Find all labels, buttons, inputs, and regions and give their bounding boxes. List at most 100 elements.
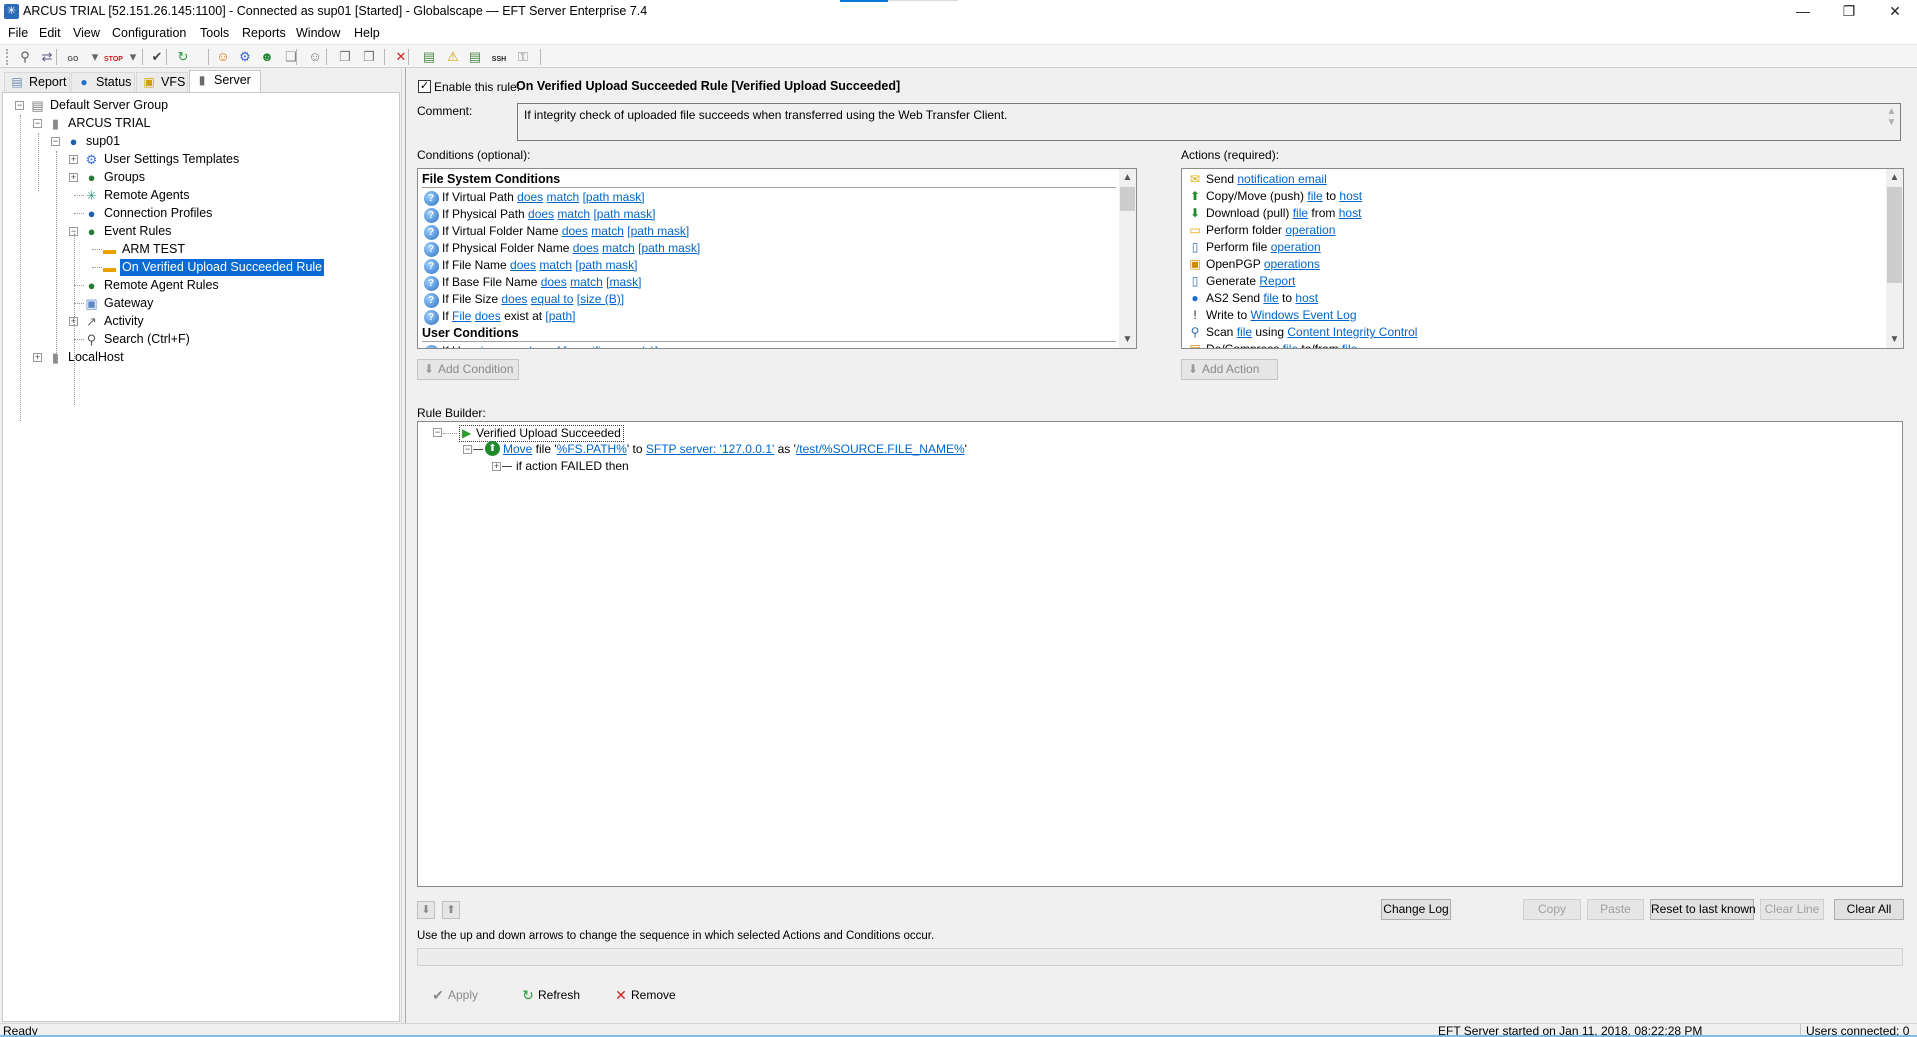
link[interactable]: %FS.PATH% [557,442,627,456]
link[interactable]: Content Integrity Control [1287,325,1417,339]
tree-item[interactable]: + ↗ Activity [3,313,393,330]
expand-icon[interactable]: + [33,353,42,362]
link[interactable]: does [475,309,501,323]
link[interactable]: [path mask] [583,190,645,204]
link[interactable]: [specific group(s)] [563,344,658,348]
stop-button[interactable]: STOP [104,48,123,66]
change-log-button[interactable]: Change Log [1381,899,1451,920]
report-warning-button[interactable]: ⚠ [444,48,462,66]
tree-item[interactable]: − ▤ Default Server Group [3,97,393,114]
condition-item[interactable]: ? If Physical Path does match [path mask] [422,206,1116,223]
scroll-up-icon[interactable]: ▲ [1886,169,1903,186]
tree-item[interactable]: − ● sup01 [3,133,393,150]
new-group-button[interactable]: ☻ [258,48,276,66]
link[interactable]: File [452,309,471,323]
key-manager-button[interactable]: ⚿ [514,48,532,66]
scroll-thumb[interactable] [1887,187,1902,283]
move-up-button[interactable]: ⬆ [442,901,460,919]
move-down-button[interactable]: ⬇ [417,901,435,919]
minimize-button[interactable]: — [1780,0,1826,22]
action-item[interactable]: ! Write to Windows Event Log [1186,307,1883,324]
link[interactable]: match [570,275,603,289]
action-item[interactable]: ⚲ Scan file using Content Integrity Contr… [1186,324,1883,341]
link[interactable]: [mask] [606,275,641,289]
link[interactable]: [path mask] [627,224,689,238]
new-settings-template-button[interactable]: ⚙ [236,48,254,66]
action-item[interactable]: ✉ Send notification email [1186,171,1883,188]
scroll-thumb[interactable] [1120,187,1135,211]
new-folder-button[interactable]: ❑ [282,48,300,66]
action-item[interactable]: ▭ Perform folder operation [1186,222,1883,239]
link[interactable]: file [1263,291,1278,305]
condition-item[interactable]: ? If Base File Name does match [mask] [422,274,1116,291]
tree-item[interactable]: + ▮ LocalHost [3,349,393,366]
tree-item[interactable]: ⚲ Search (Ctrl+F) [3,331,393,348]
conditions-list[interactable]: File System Conditions? If Virtual Path d… [417,168,1137,349]
collapse-icon[interactable]: − [463,445,472,454]
condition-item[interactable]: ? If Virtual Folder Name does match [path… [422,223,1116,240]
collapse-icon[interactable]: − [433,428,442,437]
condition-item[interactable]: ? If Physical Folder Name does match [pat… [422,240,1116,257]
condition-item[interactable]: ? If File does exist at [path] [422,308,1116,325]
link[interactable]: host [1339,189,1362,203]
link[interactable]: [path mask] [593,207,655,221]
menu-help[interactable]: Help [354,26,380,40]
tree-item[interactable]: ● Remote Agent Rules [3,277,393,294]
add-action-button[interactable]: ⬇ Add Action [1181,359,1278,380]
expand-icon[interactable]: + [492,462,501,471]
connect-button[interactable]: ⚲ [16,48,34,66]
toolbar-grip[interactable] [6,49,8,65]
link[interactable]: match [591,224,624,238]
report-new-button[interactable]: ▤ [420,48,438,66]
scroll-up-icon[interactable]: ▲ [1119,169,1136,186]
link[interactable]: file [1342,342,1357,348]
link[interactable]: match [557,207,590,221]
tab-vfs[interactable]: ▣ VFS [136,72,188,92]
link[interactable]: match [602,241,635,255]
action-item[interactable]: ● AS2 Send file to host [1186,290,1883,307]
menu-window[interactable]: Window [296,26,340,40]
action-item[interactable]: ▯ Perform file operation [1186,239,1883,256]
condition-item[interactable]: ? If File Size does equal to [size (B)] [422,291,1116,308]
link[interactable]: is a member of [481,344,560,348]
collapse-icon[interactable]: − [15,101,24,110]
rule-builder[interactable]: − ▶ Verified Upload Succeeded − ⬆ Move f… [417,421,1903,887]
ssh-report-button[interactable]: SSH [490,48,508,66]
link[interactable]: does [528,207,554,221]
refresh-button[interactable]: ↻ [174,48,192,66]
menu-file[interactable]: File [8,26,28,40]
link[interactable]: file [1283,342,1298,348]
tree-item[interactable]: ▬ ARM TEST [3,241,393,258]
tree-item[interactable]: − ● Event Rules [3,223,393,240]
link[interactable]: notification email [1237,172,1326,186]
apply-button[interactable]: ✔ Apply [430,985,478,1005]
link[interactable]: SFTP server: '127.0.0.1' [646,442,774,456]
clear-all-button[interactable]: Clear All [1834,899,1904,920]
new-physical-folder-button[interactable]: ❐ [360,48,378,66]
clear-line-button[interactable]: Clear Line [1760,899,1824,920]
scroll-down-icon[interactable]: ▼ [1883,117,1900,128]
disconnect-button[interactable]: ⇄ [38,48,56,66]
tree-item[interactable]: ● Connection Profiles [3,205,393,222]
remove-button[interactable]: ✕ Remove [613,985,676,1005]
action-item[interactable]: ▯ Generate Report [1186,273,1883,290]
link[interactable]: does [517,190,543,204]
actions-scrollbar[interactable]: ▲ ▼ [1886,169,1903,348]
tree-item[interactable]: ▣ Gateway [3,295,393,312]
action-item[interactable]: ▣ OpenPGP operations [1186,256,1883,273]
tree-item[interactable]: + ● Groups [3,169,393,186]
scroll-up-icon[interactable]: ▲ [1883,106,1900,117]
action-item[interactable]: ▤ De/Compress file to/from file [1186,341,1883,348]
go-button[interactable]: GO [64,48,82,66]
expand-icon[interactable]: + [69,155,78,164]
actions-list[interactable]: ✉ Send notification email ⬆ Copy/Move (push… [1181,168,1904,349]
menu-edit[interactable]: Edit [39,26,61,40]
new-user-button[interactable]: ☺ [214,48,232,66]
stop-dropdown-button[interactable]: ▾ [124,48,142,66]
link[interactable]: [path] [545,309,575,323]
report-sftp-button[interactable]: ▤ [466,48,484,66]
comment-scrollbar[interactable]: ▲ ▼ [1883,104,1900,140]
link[interactable]: equal to [531,292,574,306]
close-button[interactable]: ✕ [1872,0,1917,22]
reset-to-last-known-button[interactable]: Reset to last known [1650,899,1756,920]
